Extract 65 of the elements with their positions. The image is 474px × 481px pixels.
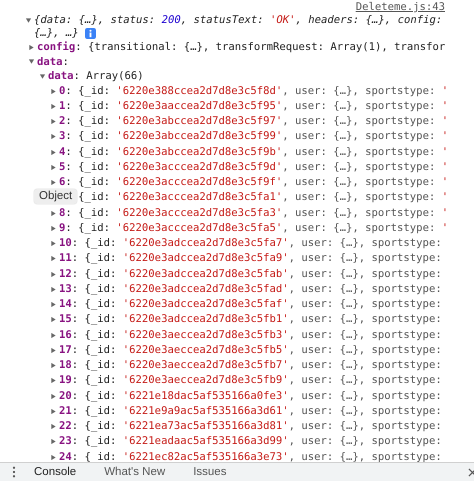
- object-preview: {…}, …}: [34, 27, 79, 40]
- property-entry[interactable]: data:: [37, 54, 69, 69]
- property-entry[interactable]: 5: {_id: '6220e3acccea2d7d8e3c5f9d', user: {…}, sportstype: ': [59, 160, 448, 175]
- expand-arrow-icon[interactable]: [50, 301, 56, 308]
- property-entry[interactable]: 13: {_id: '6220e3adccea2d7d8e3c5fad', user: {…}, sportstype:: [59, 282, 442, 297]
- property-entry[interactable]: 1: {_id: '6220e3aaccea2d7d8e3c5f95', user: {…}, sportstype: ': [59, 98, 448, 114]
- source-link[interactable]: Deleteme.js:43: [356, 1, 445, 14]
- property-entry[interactable]: 20: {_id: '6221e18dac5af535166a0fe3', user: {…}, sportstype:: [59, 388, 442, 404]
- expand-arrow-icon[interactable]: [50, 408, 56, 415]
- property-entry[interactable]: 18: {_id: '6220e3aeccea2d7d8e3c5fb7', user: {…}, sportstype:: [59, 358, 442, 374]
- expand-arrow-icon[interactable]: [50, 332, 56, 339]
- expand-arrow-icon[interactable]: [50, 286, 56, 293]
- property-entry[interactable]: 14: {_id: '6220e3adccea2d7d8e3c5faf', user: {…}, sportstype:: [59, 297, 442, 312]
- property-entry[interactable]: config: {transitional: {…}, transformRequest: Array(1), transfor: [37, 40, 446, 54]
- property-entry[interactable]: 0: {_id: '6220e388ccea2d7d8e3c5f8d', user: {…}, sportstype: ': [59, 84, 448, 99]
- more-menu-icon[interactable]: [12, 466, 16, 478]
- property-entry[interactable]: 3: {_id: '6220e3abccea2d7d8e3c5f99', user: {…}, sportstype: ': [59, 129, 448, 144]
- expand-arrow-icon[interactable]: [50, 102, 56, 110]
- expand-arrow-icon[interactable]: [50, 118, 56, 126]
- expand-arrow-icon[interactable]: [50, 362, 56, 370]
- drawer-tab[interactable]: Issues: [193, 466, 226, 478]
- property-entry[interactable]: 10: {_id: '6220e3adccea2d7d8e3c5fa7', user: {…}, sportstype:: [59, 236, 442, 252]
- expand-arrow-icon[interactable]: [50, 164, 56, 171]
- object-preview: {data: {…}, status: 200, statusText: 'OK', headers: {…}, config:: [34, 14, 442, 27]
- expand-arrow-icon[interactable]: [50, 88, 56, 95]
- expand-arrow-icon[interactable]: [50, 392, 56, 400]
- expand-arrow-icon[interactable]: [50, 255, 56, 262]
- property-entry[interactable]: 15: {_id: '6220e3adccea2d7d8e3c5fb1', user: {…}, sportstype:: [59, 312, 442, 328]
- property-entry[interactable]: 2: {_id: '6220e3abccea2d7d8e3c5f97', user: {…}, sportstype: ': [59, 114, 448, 130]
- expand-arrow-icon[interactable]: [50, 224, 56, 232]
- expand-arrow-icon[interactable]: [50, 179, 56, 186]
- expand-arrow-icon[interactable]: [50, 423, 56, 430]
- property-entry[interactable]: 9: {_id: '6220e3acccea2d7d8e3c5fa5', user: {…}, sportstype: ': [59, 220, 448, 236]
- property-entry[interactable]: 21: {_id: '6221e9a9ac5af535166a3d61', user: {…}, sportstype:: [59, 404, 442, 419]
- property-entry[interactable]: 16: {_id: '6220e3aeccea2d7d8e3c5fb3', user: {…}, sportstype:: [59, 328, 442, 343]
- expand-arrow-icon[interactable]: [50, 438, 56, 446]
- expand-arrow-icon[interactable]: [50, 454, 56, 461]
- expand-arrow-icon[interactable]: [28, 58, 34, 66]
- expand-arrow-icon[interactable]: [50, 316, 56, 324]
- expand-arrow-icon[interactable]: [50, 240, 56, 248]
- property-entry[interactable]: 4: {_id: '6220e3abccea2d7d8e3c5f9b', user: {…}, sportstype: ': [59, 144, 448, 160]
- property-entry[interactable]: 19: {_id: '6220e3aeccea2d7d8e3c5fb9', user: {…}, sportstype:: [59, 373, 442, 388]
- property-entry[interactable]: data: Array(66): [48, 69, 144, 84]
- property-entry[interactable]: 12: {_id: '6220e3adccea2d7d8e3c5fab', user: {…}, sportstype:: [59, 266, 442, 282]
- expand-arrow-icon[interactable]: [50, 377, 56, 384]
- property-entry[interactable]: {_id: '6220e3acccea2d7d8e3c5fa1', user: {…}, sportstype: ': [78, 190, 448, 206]
- property-entry[interactable]: 11: {_id: '6220e3adccea2d7d8e3c5fa9', user: {…}, sportstype:: [59, 251, 442, 266]
- expand-arrow-icon[interactable]: [50, 270, 56, 278]
- info-icon[interactable]: [84, 28, 96, 39]
- tooltip: Object: [34, 189, 78, 204]
- expand-arrow-icon[interactable]: [50, 133, 56, 140]
- property-entry[interactable]: 8: {_id: '6220e3acccea2d7d8e3c5fa3', user: {…}, sportstype: ': [59, 206, 448, 221]
- property-entry[interactable]: 6: {_id: '6220e3acccea2d7d8e3c5f9f', user: {…}, sportstype: ': [59, 175, 448, 190]
- drawer-tab[interactable]: Console: [34, 466, 76, 478]
- expand-arrow-icon[interactable]: [24, 17, 32, 24]
- expand-arrow-icon[interactable]: [50, 346, 56, 354]
- drawer-tab[interactable]: What's New: [104, 466, 166, 478]
- expand-arrow-icon[interactable]: [28, 44, 34, 51]
- property-entry[interactable]: 24: {_id: '6221ec82ac5af535166a3e73', user: {…}, sportstype:: [59, 450, 442, 462]
- expand-arrow-icon[interactable]: [38, 72, 46, 80]
- property-entry[interactable]: 17: {_id: '6220e3aeccea2d7d8e3c5fb5', user: {…}, sportstype:: [59, 342, 442, 358]
- property-entry[interactable]: 22: {_id: '6221ea73ac5af535166a3d81', user: {…}, sportstype:: [59, 419, 442, 434]
- expand-arrow-icon[interactable]: [50, 210, 56, 217]
- expand-arrow-icon[interactable]: [50, 148, 56, 156]
- property-entry[interactable]: 23: {_id: '6221eadaac5af535166a3d99', user: {…}, sportstype:: [59, 434, 442, 450]
